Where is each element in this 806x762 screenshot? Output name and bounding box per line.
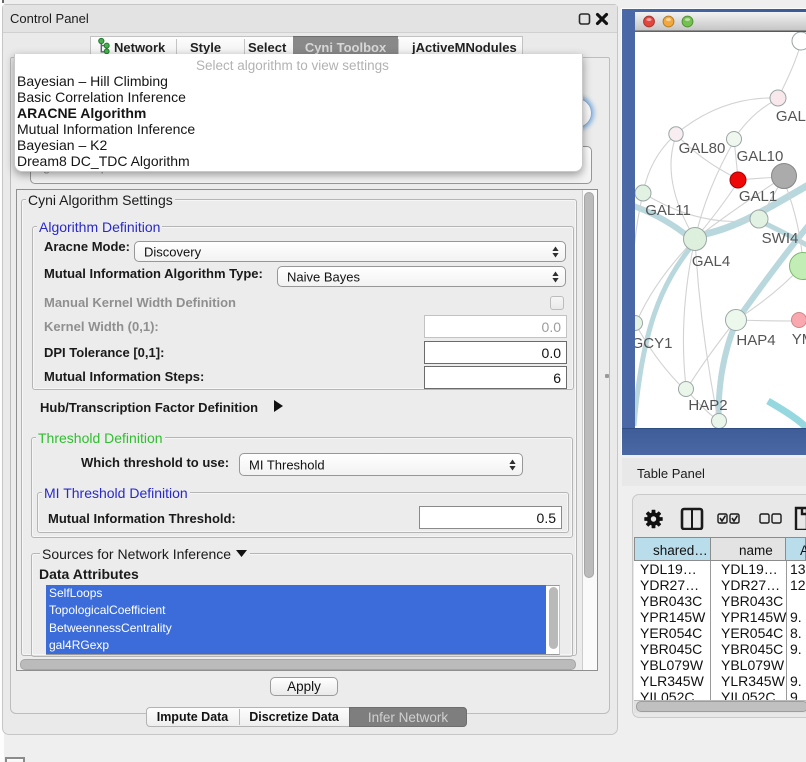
- svg-text:GAL7: GAL7: [776, 108, 806, 125]
- svg-text:GAL10: GAL10: [737, 148, 784, 165]
- svg-text:SWI4: SWI4: [762, 230, 799, 247]
- svg-text:GCY1: GCY1: [635, 335, 672, 352]
- svg-text:GAL1: GAL1: [739, 188, 777, 205]
- svg-text:HAP2: HAP2: [688, 397, 727, 414]
- svg-text:YM: YM: [792, 331, 806, 348]
- svg-text:GAL80: GAL80: [679, 140, 726, 157]
- svg-text:GAL11: GAL11: [645, 202, 691, 219]
- svg-text:HAP4: HAP4: [736, 332, 775, 349]
- svg-text:GAL4: GAL4: [692, 253, 730, 270]
